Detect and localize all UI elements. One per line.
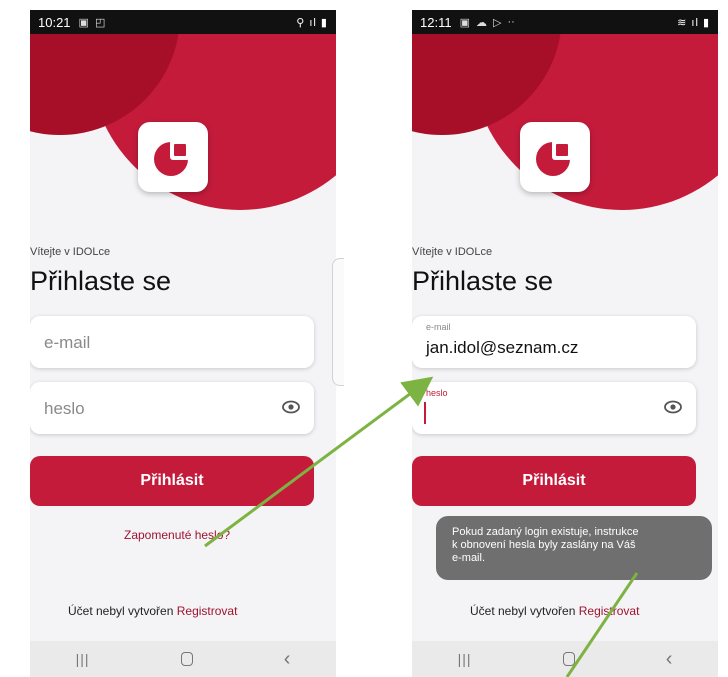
status-bar: 10:21 ▣ ◰ ⚲ ıl ▮ <box>30 10 336 34</box>
status-time: 12:11 <box>420 14 452 30</box>
play-icon: ▷ <box>492 16 502 29</box>
status-bar: 12:11 ▣ ☁ ▷ ·· ≋ ıl ▮ <box>412 10 718 34</box>
notification-icon: ◰ <box>94 16 106 29</box>
arrow-forgot-to-password <box>204 376 434 548</box>
annotation-arrows <box>204 376 639 677</box>
more-icon: ·· <box>507 16 515 28</box>
cloud-icon: ☁ <box>475 16 487 29</box>
arrow-toast-pointer <box>565 572 639 677</box>
gallery-icon: ▣ <box>78 16 89 29</box>
gallery-icon: ▣ <box>459 16 470 29</box>
wifi-signal-battery-icons: ≋ ıl ▮ <box>677 16 710 29</box>
status-time: 10:21 <box>38 14 71 30</box>
signal-battery-icons: ⚲ ıl ▮ <box>296 16 328 29</box>
